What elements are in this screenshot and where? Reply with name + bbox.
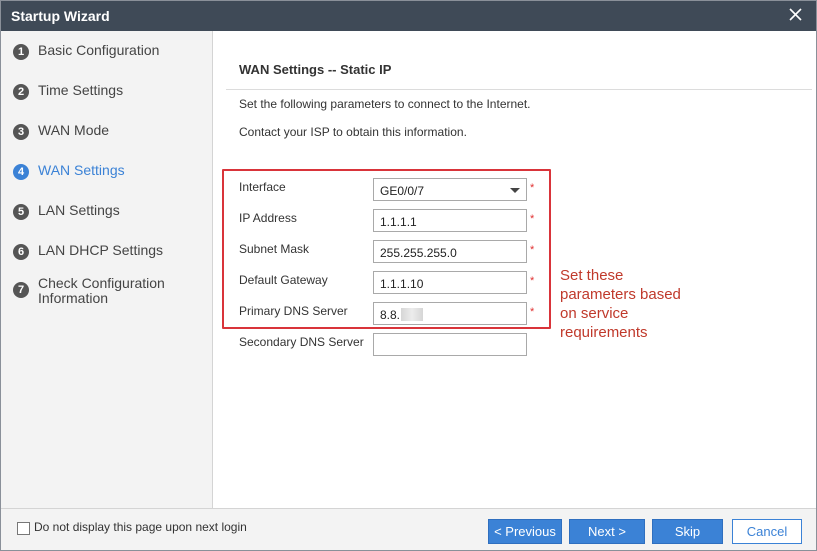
step-label: WAN Mode	[38, 122, 110, 138]
dont-show-again-checkbox[interactable]	[17, 522, 30, 535]
step-number-icon: 6	[13, 244, 29, 260]
startup-wizard-dialog: Startup Wizard 1 Basic Configuration 2 T…	[0, 0, 817, 551]
step-label: Time Settings	[38, 82, 124, 98]
close-icon[interactable]	[786, 4, 806, 26]
next-button[interactable]: Next >	[569, 519, 645, 544]
dialog-title: Startup Wizard	[11, 8, 110, 24]
title-bar: Startup Wizard	[1, 1, 816, 31]
secondary-dns-label: Secondary DNS Server	[239, 335, 364, 349]
step-label: Basic Configuration	[38, 42, 160, 58]
divider	[226, 89, 812, 90]
cancel-button[interactable]: Cancel	[732, 519, 802, 544]
step-number-icon: 1	[13, 44, 29, 60]
highlight-box	[222, 169, 551, 329]
step-label: WAN Settings	[38, 162, 125, 178]
description-line-2: Contact your ISP to obtain this informat…	[239, 125, 467, 139]
step-number-icon: 2	[13, 84, 29, 100]
description-line-1: Set the following parameters to connect …	[239, 97, 531, 111]
wizard-content: WAN Settings -- Static IP Set the follow…	[214, 31, 816, 508]
step-number-icon: 4	[13, 164, 29, 180]
step-number-icon: 3	[13, 124, 29, 140]
footer-bar: Do not display this page upon next login…	[1, 508, 816, 550]
dont-show-again-label: Do not display this page upon next login	[34, 520, 247, 534]
step-label: LAN Settings	[38, 202, 120, 218]
secondary-dns-input[interactable]	[373, 333, 527, 356]
step-label: LAN DHCP Settings	[38, 242, 164, 258]
step-number-icon: 7	[13, 282, 29, 298]
annotation-note: Set these parameters based on service re…	[560, 267, 681, 341]
step-label: Check Configuration Information	[38, 275, 165, 306]
skip-button[interactable]: Skip	[652, 519, 723, 544]
wizard-steps-sidebar: 1 Basic Configuration 2 Time Settings 3 …	[1, 31, 213, 508]
page-title: WAN Settings -- Static IP	[239, 62, 392, 77]
step-number-icon: 5	[13, 204, 29, 220]
previous-button[interactable]: < Previous	[488, 519, 562, 544]
